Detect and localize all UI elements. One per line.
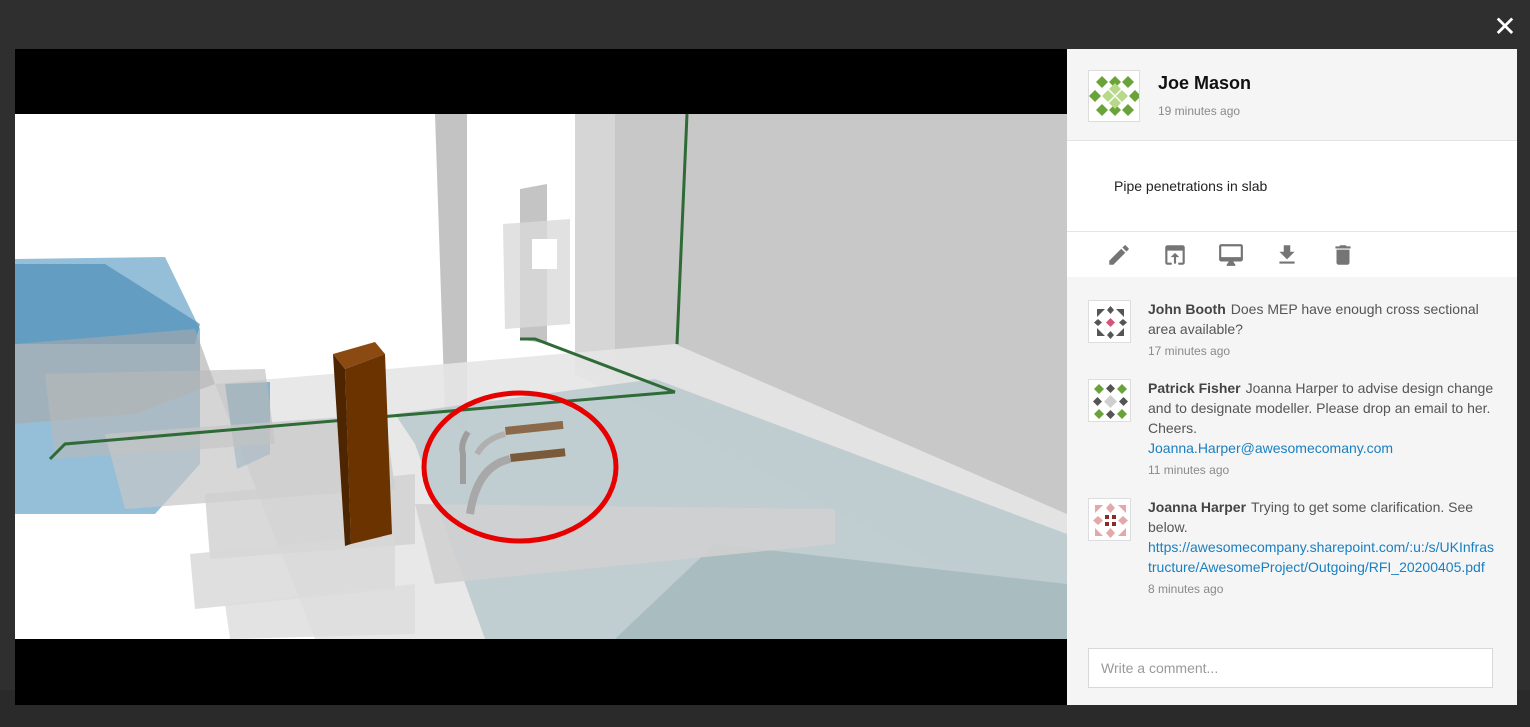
download-icon[interactable] [1274,242,1300,268]
avatar [1088,70,1140,122]
bim-model-render [15,114,1067,639]
avatar [1088,498,1131,541]
open-in-new-icon[interactable] [1162,242,1188,268]
post-author-name: Joe Mason [1158,73,1252,93]
delete-icon[interactable] [1330,242,1356,268]
post-description: Pipe penetrations in slab [1114,178,1268,194]
monitor-icon[interactable] [1218,242,1244,268]
comment-author[interactable]: John Booth [1148,301,1226,317]
post-timestamp: 19 minutes ago [1158,104,1241,118]
close-button[interactable]: ✕ [1490,12,1520,42]
model-viewport[interactable] [15,49,1067,705]
detail-panel: Joe Mason 19 minutes ago Pipe penetratio… [1067,49,1517,705]
comment-input[interactable] [1088,648,1493,688]
comment-timestamp: 8 minutes ago [1148,582,1224,596]
edit-icon[interactable] [1106,242,1132,268]
comment-body: John Booth Does MEP have enough cross sec… [1148,299,1496,361]
comment-author[interactable]: Patrick Fisher [1148,380,1241,396]
comment-document-link[interactable]: https://awesomecompany.sharepoint.com/:u… [1148,537,1496,577]
post-header: Joe Mason 19 minutes ago [1067,49,1517,141]
comment-timestamp: 17 minutes ago [1148,344,1231,358]
comment-body: Patrick Fisher Joanna Harper to advise de… [1148,378,1496,480]
comment-email-link[interactable]: Joanna.Harper@awesomecomany.com [1148,438,1496,458]
comment-author[interactable]: Joanna Harper [1148,499,1246,515]
comment-timestamp: 11 minutes ago [1148,463,1230,477]
avatar [1088,300,1131,343]
avatar [1088,379,1131,422]
comment-body: Joanna Harper Trying to get some clarific… [1148,497,1496,599]
post-description-box: Pipe penetrations in slab [1067,141,1517,232]
image-modal: Joe Mason 19 minutes ago Pipe penetratio… [15,49,1517,705]
post-toolbar [1067,232,1517,277]
